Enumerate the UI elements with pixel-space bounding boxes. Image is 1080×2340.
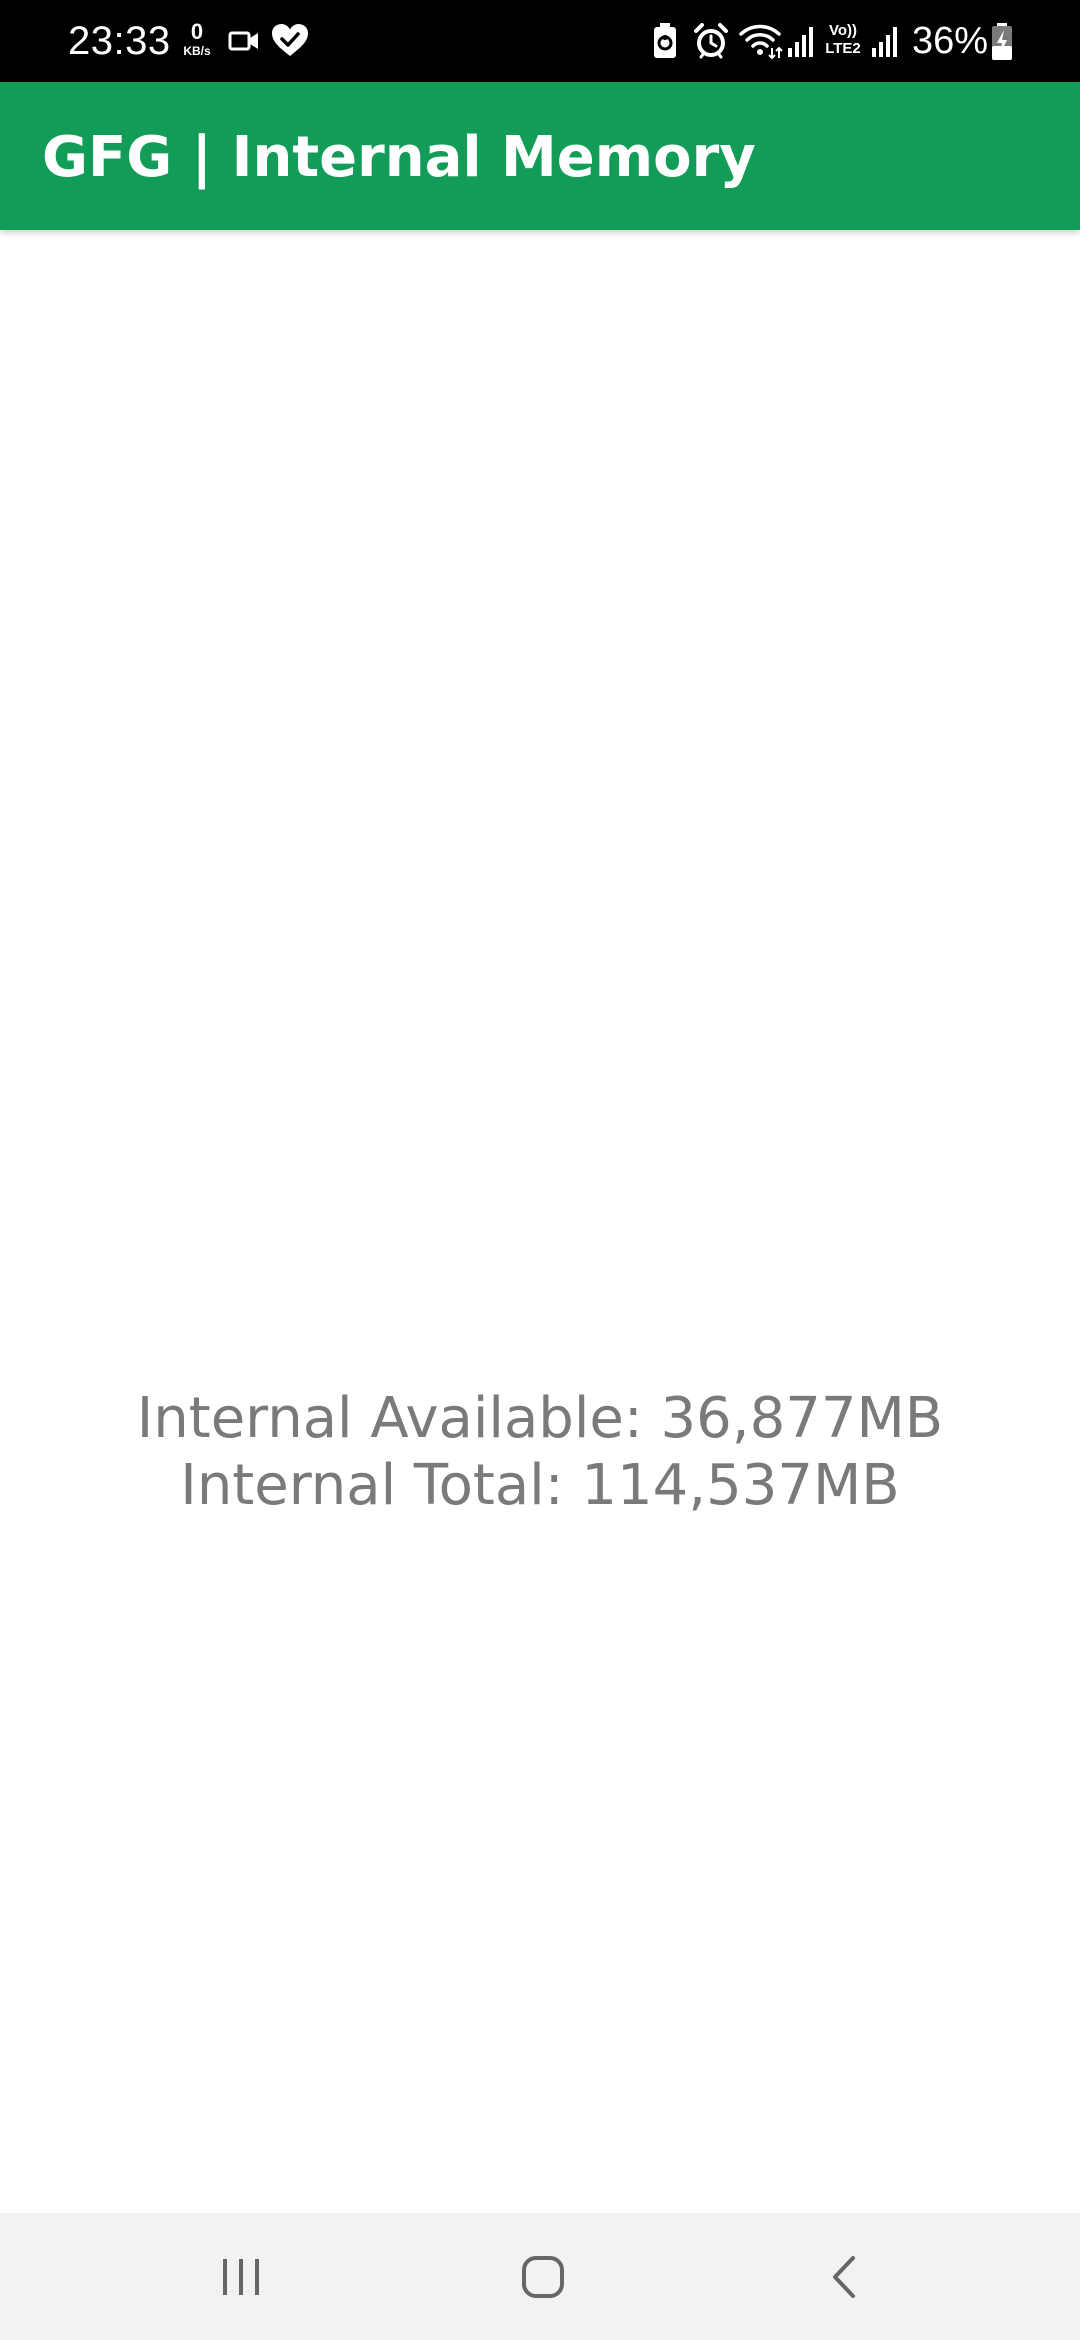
- app-bar: GFG | Internal Memory: [0, 82, 1080, 230]
- battery-charging-icon: [992, 23, 1012, 60]
- network-speed-unit: KB/s: [183, 44, 211, 58]
- internal-total-text: Internal Total: 114,537MB: [180, 1453, 900, 1518]
- navigation-bar: [0, 2213, 1080, 2340]
- internal-available-text: Internal Available: 36,877MB: [136, 1386, 944, 1451]
- main-content: Internal Available: 36,877MB Internal To…: [0, 230, 1080, 2213]
- home-button[interactable]: [483, 2235, 603, 2319]
- memory-info-text: Internal Available: 36,877MB Internal To…: [0, 1385, 1080, 1519]
- volte-lte2-icon: Vo)) LTE2: [820, 22, 866, 62]
- battery-saver-icon: [654, 23, 676, 58]
- video-camera-icon: [228, 31, 258, 51]
- recent-apps-icon: [223, 2259, 259, 2295]
- lte2-label: LTE2: [825, 40, 861, 57]
- battery-percent: 36%: [912, 20, 989, 62]
- app-title: GFG | Internal Memory: [42, 125, 756, 190]
- back-button[interactable]: [784, 2235, 904, 2319]
- network-speed-value: 0: [190, 19, 204, 44]
- wifi-icon: [739, 24, 783, 60]
- alarm-icon: [694, 23, 728, 59]
- screen: 23:33 0 KB/s Vo)) LTE2 36% GFG | Interna…: [0, 0, 1080, 2340]
- home-icon: [522, 2256, 564, 2298]
- status-time: 23:33: [68, 19, 171, 63]
- health-heart-check-icon: [272, 24, 308, 56]
- signal-bars-icon: [788, 27, 813, 57]
- signal-bars-icon-2: [872, 27, 897, 57]
- status-bar: 23:33 0 KB/s Vo)) LTE2 36%: [0, 0, 1080, 82]
- network-speed: 0 KB/s: [176, 20, 218, 64]
- volte-label: Vo)): [828, 22, 858, 39]
- recent-apps-button[interactable]: [181, 2235, 301, 2319]
- back-icon: [833, 2256, 855, 2298]
